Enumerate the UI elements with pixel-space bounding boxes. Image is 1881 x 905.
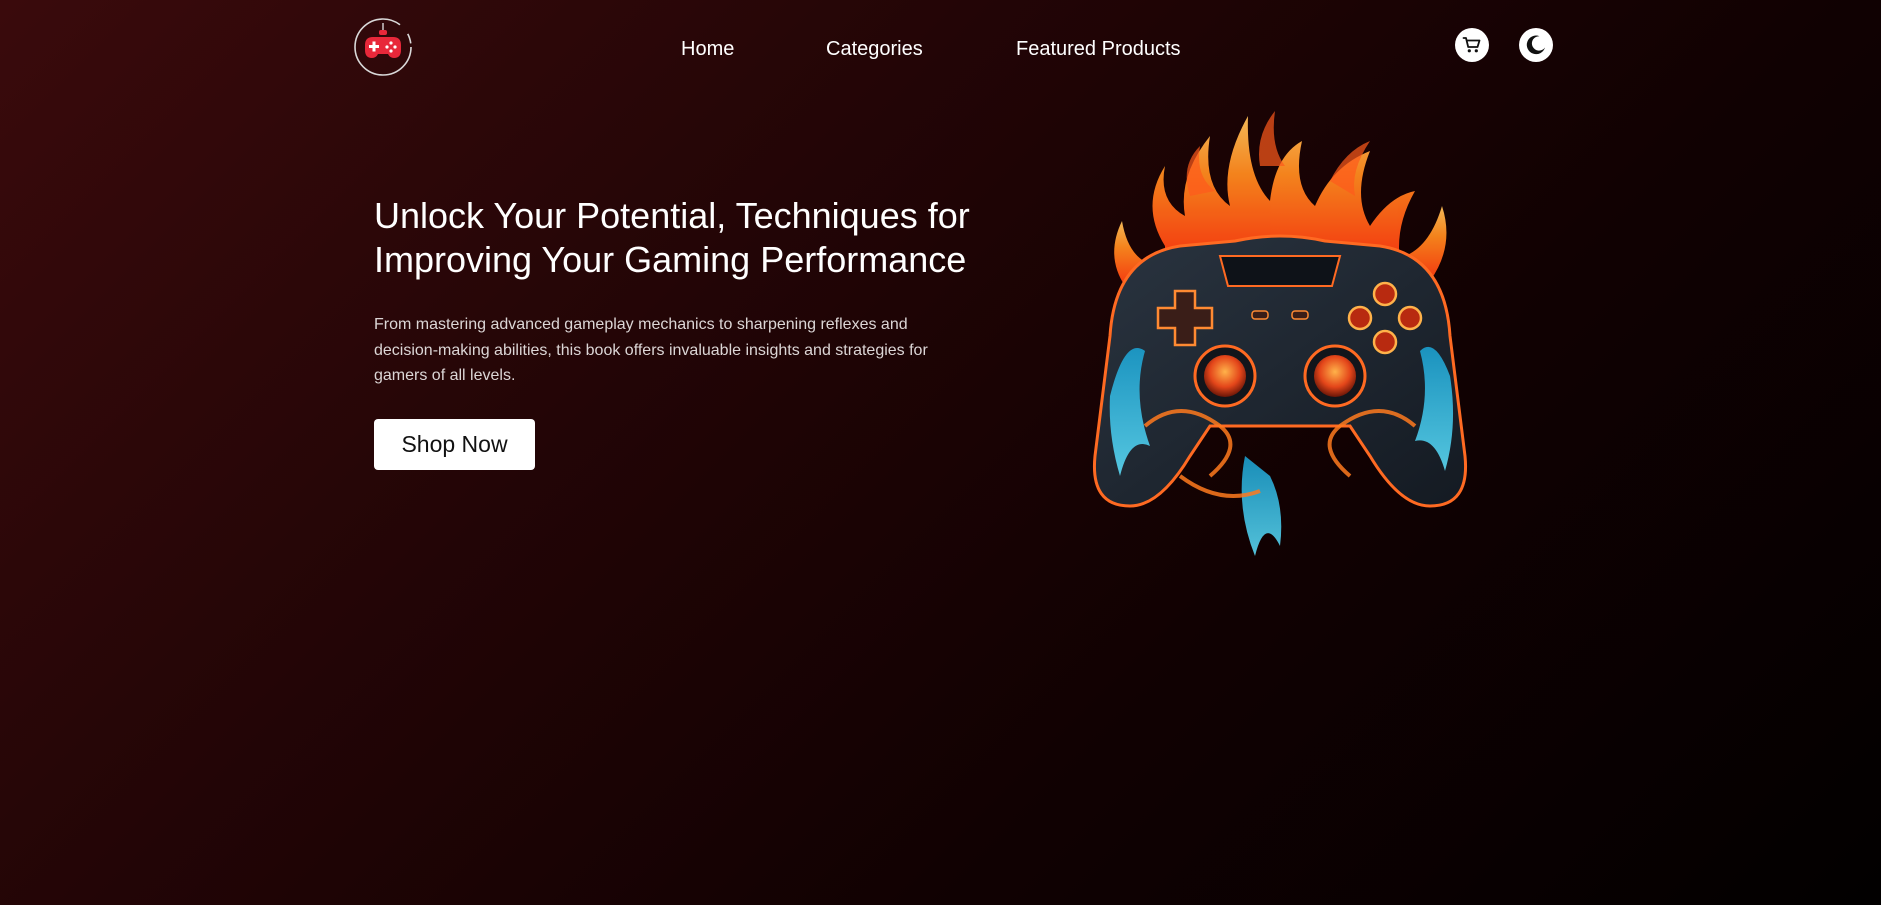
nav-link-home[interactable]: Home	[681, 36, 734, 62]
main-nav: Home Categories Featured Products	[0, 36, 1881, 62]
hero-description: From mastering advanced gameplay mechani…	[374, 316, 928, 384]
landing-page: Home Categories Featured Products Unlock…	[0, 0, 1881, 905]
hero-image	[1070, 96, 1490, 571]
flaming-controller-image	[1092, 111, 1468, 556]
theme-toggle-button[interactable]	[1519, 28, 1553, 62]
moon-icon	[1526, 35, 1545, 55]
cart-icon	[1462, 37, 1481, 53]
hero-title: Unlock Your Potential, Techniques for Im…	[374, 195, 970, 280]
nav-link-categories[interactable]: Categories	[826, 36, 923, 62]
cart-button[interactable]	[1455, 28, 1489, 62]
shop-now-button[interactable]: Shop Now	[374, 419, 535, 470]
nav-link-featured-products[interactable]: Featured Products	[1016, 36, 1181, 62]
